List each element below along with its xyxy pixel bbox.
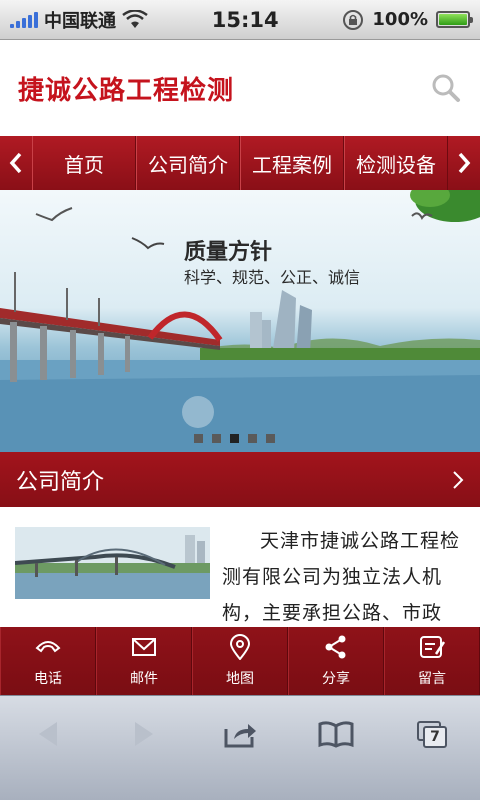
mail-icon [132, 638, 156, 656]
phone-icon [35, 641, 61, 653]
contact-toolbar: 电话 邮件 地图 分享 留言 [0, 627, 480, 695]
nav-item-cases[interactable]: 工程案例 [240, 136, 344, 190]
section-header-about[interactable]: 公司简介 [0, 452, 480, 507]
share-label: 分享 [322, 671, 350, 687]
hero-banner[interactable]: 质量方针 科学、规范、公正、诚信 [0, 190, 480, 452]
nav-prev-button[interactable] [0, 136, 32, 190]
message-button[interactable]: 留言 [384, 627, 480, 695]
tabs-icon: 7 [417, 721, 447, 748]
nav-next-button[interactable] [448, 136, 480, 190]
slide-dot[interactable] [266, 434, 275, 443]
message-icon [420, 636, 446, 658]
rotation-lock-icon [343, 9, 364, 30]
site-logo[interactable]: 捷诚公路工程检测 [18, 70, 234, 107]
tabs-button[interactable]: 7 [407, 714, 457, 754]
search-button[interactable] [430, 72, 462, 104]
nav-item-home[interactable]: 首页 [32, 136, 136, 190]
clock: 15:14 [211, 7, 279, 32]
action-button[interactable] [215, 714, 265, 754]
status-bar: 中国联通 15:14 100% [0, 0, 480, 40]
phone-button[interactable]: 电话 [0, 627, 96, 695]
section-title: 公司简介 [16, 469, 105, 495]
slide-indicator [194, 434, 275, 443]
intro-image[interactable] [15, 527, 210, 599]
map-pin-icon [229, 634, 251, 660]
main-nav: 首页 公司简介 工程案例 检测设备 [0, 136, 480, 190]
forward-arrow-icon [135, 722, 153, 746]
wifi-icon [122, 9, 148, 28]
slide-dot-active[interactable] [230, 434, 239, 443]
mail-button[interactable]: 邮件 [96, 627, 192, 695]
mail-label: 邮件 [130, 671, 158, 687]
share-button[interactable]: 分享 [288, 627, 384, 695]
tab-count: 7 [423, 726, 447, 748]
search-icon [432, 74, 460, 102]
banner-subtitle: 科学、规范、公正、诚信 [184, 268, 361, 287]
site-header: 捷诚公路工程检测 [0, 40, 480, 136]
chevron-left-icon [9, 152, 22, 174]
banner-title: 质量方针 [184, 240, 273, 265]
nav-item-equipment[interactable]: 检测设备 [344, 136, 448, 190]
carrier-name: 中国联通 [44, 10, 116, 32]
phone-label: 电话 [34, 671, 62, 687]
bookmarks-icon [318, 721, 354, 748]
chevron-right-icon [458, 152, 471, 174]
bookmarks-button[interactable] [311, 714, 361, 754]
slide-dot[interactable] [212, 434, 221, 443]
map-label: 地图 [226, 671, 254, 687]
nav-item-about[interactable]: 公司简介 [136, 136, 240, 190]
battery-percent: 100% [372, 9, 428, 30]
back-button[interactable] [23, 714, 73, 754]
battery-icon [436, 11, 473, 28]
browser-toolbar: 7 [0, 695, 480, 800]
slide-dot[interactable] [194, 434, 203, 443]
signal-icon [10, 11, 38, 28]
carrier-group: 中国联通 [10, 7, 148, 33]
share-icon [325, 635, 346, 659]
map-button[interactable]: 地图 [192, 627, 288, 695]
intro-text: 天津市捷诚公路工程检测有限公司为独立法人机构，主要承担公路、市政 [222, 530, 461, 624]
share-action-icon [224, 724, 256, 748]
back-arrow-icon [39, 722, 57, 746]
forward-button[interactable] [119, 714, 169, 754]
slide-dot[interactable] [248, 434, 257, 443]
battery-group: 100% [342, 9, 473, 31]
banner-illustration [0, 190, 480, 452]
chevron-right-icon [453, 470, 464, 489]
message-label: 留言 [418, 671, 446, 687]
intro-block: 天津市捷诚公路工程检测有限公司为独立法人机构，主要承担公路、市政 [0, 507, 480, 627]
